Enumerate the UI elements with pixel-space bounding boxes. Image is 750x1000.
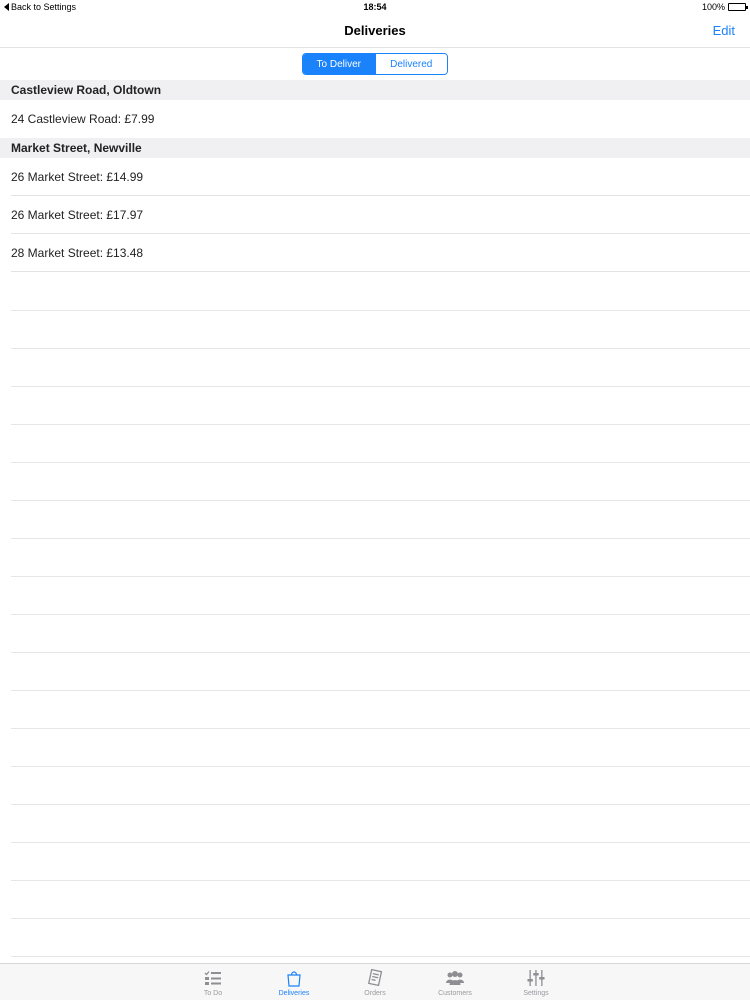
tab-label: Settings	[523, 990, 549, 997]
empty-row	[11, 349, 750, 387]
tab-label: To Do	[203, 990, 223, 997]
empty-row	[11, 501, 750, 539]
tab-label: Deliveries	[278, 990, 310, 997]
edit-button[interactable]: Edit	[713, 23, 735, 38]
tab-orders[interactable]: Orders	[345, 968, 405, 997]
empty-table-rows	[0, 273, 750, 957]
tab-to-do[interactable]: To Do	[183, 968, 243, 997]
delivery-row[interactable]: 24 Castleview Road: £7.99	[11, 100, 750, 138]
battery-percent: 100%	[701, 2, 725, 12]
section-header-castleview-road: Castleview Road, Oldtown	[0, 80, 750, 100]
people-icon	[425, 968, 485, 988]
navigation-bar: Deliveries Edit	[0, 14, 750, 48]
empty-row	[11, 539, 750, 577]
shopping-bag-icon	[264, 968, 324, 988]
status-time: 18:54	[363, 2, 387, 12]
empty-row	[11, 615, 750, 653]
empty-row	[11, 577, 750, 615]
battery-icon	[728, 3, 748, 11]
empty-row	[11, 311, 750, 349]
empty-row	[11, 805, 750, 843]
section-header-market-street: Market Street, Newville	[0, 138, 750, 158]
receipt-icon	[345, 968, 405, 988]
tab-customers[interactable]: Customers	[425, 968, 485, 997]
tab-label: Customers	[438, 990, 472, 997]
checklist-icon	[183, 968, 243, 988]
empty-row	[11, 463, 750, 501]
deliveries-screen: Back to Settings 18:54 100% Deliveries E…	[0, 0, 750, 1000]
status-bar: Back to Settings 18:54 100%	[0, 0, 750, 14]
tab-deliveries[interactable]: Deliveries	[264, 968, 324, 997]
sliders-icon	[506, 968, 566, 988]
delivery-row[interactable]: 26 Market Street: £14.99	[11, 158, 750, 196]
empty-row	[11, 881, 750, 919]
segment-to-deliver[interactable]: To Deliver	[303, 54, 375, 74]
tab-label: Orders	[364, 990, 386, 997]
deliveries-list: Castleview Road, Oldtown 24 Castleview R…	[0, 80, 750, 272]
empty-row	[11, 767, 750, 805]
empty-row	[11, 273, 750, 311]
tab-bar: To Do Deliveries Orders Customers Settin…	[0, 963, 750, 1000]
tab-settings[interactable]: Settings	[506, 968, 566, 997]
empty-row	[11, 919, 750, 957]
segment-delivered[interactable]: Delivered	[374, 54, 447, 74]
battery-status: 100%	[701, 2, 748, 12]
empty-row	[11, 387, 750, 425]
page-title: Deliveries	[344, 23, 406, 38]
empty-row	[11, 729, 750, 767]
delivery-row[interactable]: 28 Market Street: £13.48	[11, 234, 750, 272]
empty-row	[11, 653, 750, 691]
empty-row	[11, 691, 750, 729]
delivery-row[interactable]: 26 Market Street: £17.97	[11, 196, 750, 234]
empty-row	[11, 425, 750, 463]
delivery-status-segmented-control: To Deliver Delivered	[302, 53, 448, 75]
empty-row	[11, 843, 750, 881]
